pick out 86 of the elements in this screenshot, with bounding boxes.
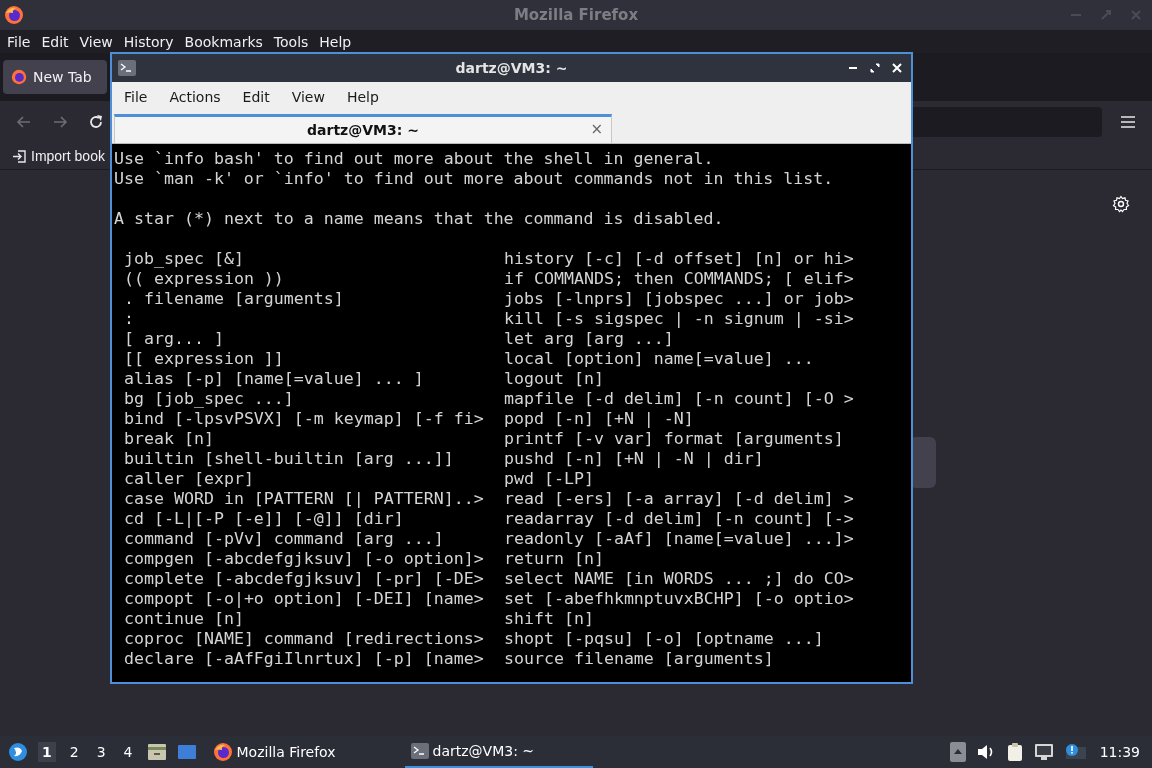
command-synopsis: declare [-aAfFgiIlnrtux] [-p] [name> (123, 649, 485, 669)
command-synopsis: return [n] (504, 549, 604, 569)
command-synopsis: select NAME [in WORDS ... ;] do CO> (504, 569, 854, 589)
command-synopsis: break [n] (123, 429, 215, 449)
command-synopsis: bg [job_spec ...] (123, 389, 295, 409)
menu-item[interactable]: Help (315, 33, 356, 50)
menu-icon[interactable] (1120, 115, 1136, 129)
command-synopsis: complete [-abcdefgjksuv] [-pr] [-DE> (123, 569, 485, 589)
menu-item[interactable]: Bookmarks (180, 33, 267, 50)
menu-item[interactable]: Help (338, 89, 387, 105)
desktop-icon[interactable] (176, 743, 197, 761)
command-synopsis: logout [n] (504, 369, 604, 389)
menu-item[interactable]: View (75, 33, 117, 50)
command-synopsis: caller [expr] (123, 469, 255, 489)
command-synopsis: continue [n] (123, 609, 245, 629)
menu-item[interactable]: View (283, 89, 333, 105)
command-synopsis: command [-pVv] command [arg ...] (123, 529, 445, 549)
command-synopsis: bind [-lpsvPSVX] [-m keymap] [-f fi> (123, 409, 485, 429)
command-synopsis: [ arg... ] (123, 329, 225, 349)
command-synopsis: source filename [arguments] (504, 649, 774, 669)
command-synopsis: . filename [arguments] (123, 289, 345, 309)
network-icon[interactable] (1033, 743, 1054, 761)
bookmark-item[interactable]: Import book (12, 148, 105, 164)
command-synopsis: pushd [-n] [+N | -N | dir] (504, 449, 764, 469)
window-title: dartz@VM3: ~ (455, 60, 568, 76)
window-title: Mozilla Firefox (513, 6, 639, 24)
command-synopsis: builtin [shell-builtin [arg ...]] (123, 449, 455, 469)
command-synopsis: compopt [-o|+o option] [-DEI] [name> (123, 589, 485, 609)
start-menu-icon[interactable] (8, 742, 28, 762)
menu-item[interactable]: Tools (269, 33, 313, 50)
browser-tab[interactable]: New Tab (3, 60, 107, 94)
command-synopsis: let arg [arg ...] (504, 329, 674, 349)
menu-item[interactable]: Edit (234, 89, 278, 105)
command-synopsis: shift [n] (504, 609, 594, 629)
command-synopsis: readonly [-aAf] [name[=value] ...]> (504, 529, 854, 549)
firefox-logo-icon (212, 742, 233, 762)
command-synopsis: coproc [NAME] command [redirections> (123, 629, 485, 649)
command-synopsis: : (123, 309, 135, 329)
file-manager-icon[interactable] (146, 743, 167, 761)
close-button[interactable]: × (590, 120, 603, 138)
menu-item[interactable]: File (116, 89, 156, 105)
command-synopsis: alias [-p] [name[=value] ... ] (123, 369, 425, 389)
taskbar-button[interactable]: Mozilla Firefox (206, 736, 395, 768)
workspace-button[interactable]: 4 (119, 742, 137, 762)
command-synopsis: mapfile [-d delim] [-n count] [-O > (504, 389, 854, 409)
command-synopsis: pwd [-LP] (504, 469, 594, 489)
terminal-line: Use `man -k' or `info' to find out more about commands not in this list. (114, 169, 835, 189)
notification-icon[interactable] (1063, 743, 1086, 761)
command-synopsis: local [option] name[=value] ... (504, 349, 814, 369)
terminal-line: Use `info bash' to find out more about the shell in general. (114, 149, 715, 169)
clipboard-icon[interactable] (1005, 742, 1024, 762)
command-synopsis: if COMMANDS; then COMMANDS; [ elif> (504, 269, 854, 289)
import-icon (12, 148, 27, 164)
menu-item[interactable]: Edit (37, 33, 73, 50)
command-synopsis: [[ expression ]] (123, 349, 285, 369)
settings-icon[interactable] (1112, 195, 1130, 213)
terminal-icon (410, 743, 429, 759)
terminal-tab[interactable]: dartz@VM3: ~ × (114, 114, 612, 143)
command-synopsis: readarray [-d delim] [-n count] [-> (504, 509, 854, 529)
menu-item[interactable]: File (3, 33, 35, 50)
workspace-button[interactable]: 3 (92, 742, 110, 762)
menu-item[interactable]: History (119, 33, 178, 50)
command-synopsis: history [-c] [-d offset] [n] or hi> (504, 249, 854, 269)
workspace-button[interactable]: 1 (38, 742, 56, 762)
command-synopsis: case WORD in [PATTERN [| PATTERN]..> (123, 489, 485, 509)
address-field[interactable] (910, 107, 1102, 137)
command-synopsis: shopt [-pqsu] [-o] [optname ...] (504, 629, 824, 649)
command-synopsis: read [-ers] [-a array] [-d delim] > (504, 489, 854, 509)
firefox-logo-icon (4, 5, 24, 25)
reload-icon[interactable] (87, 113, 105, 131)
command-synopsis: jobs [-lnprs] [jobspec ...] or job> (504, 289, 854, 309)
workspace-button[interactable]: 2 (65, 742, 83, 762)
command-synopsis: kill [-s sigspec | -n signum | -si> (504, 309, 854, 329)
terminal-line: A star (*) next to a name means that the command is disabled. (114, 209, 725, 229)
command-synopsis: set [-abefhkmnptuvxBCHP] [-o optio> (504, 589, 854, 609)
command-synopsis: (( expression )) (123, 269, 285, 289)
command-synopsis: job_spec [&] (123, 249, 245, 269)
clock[interactable]: 11:39 (1099, 744, 1140, 760)
terminal-icon (118, 60, 136, 76)
command-synopsis: compgen [-abcdefgjksuv] [-o option]> (123, 549, 485, 569)
taskbar-button[interactable]: dartz@VM3: ~ (404, 736, 593, 768)
command-synopsis: popd [-n] [+N | -N] (504, 409, 694, 429)
command-synopsis: printf [-v var] format [arguments] (504, 429, 844, 449)
menu-item[interactable]: Actions (161, 89, 229, 105)
firefox-logo-icon (11, 69, 27, 85)
command-synopsis: cd [-L|[-P [-e]] [-@]] [dir] (123, 509, 405, 529)
